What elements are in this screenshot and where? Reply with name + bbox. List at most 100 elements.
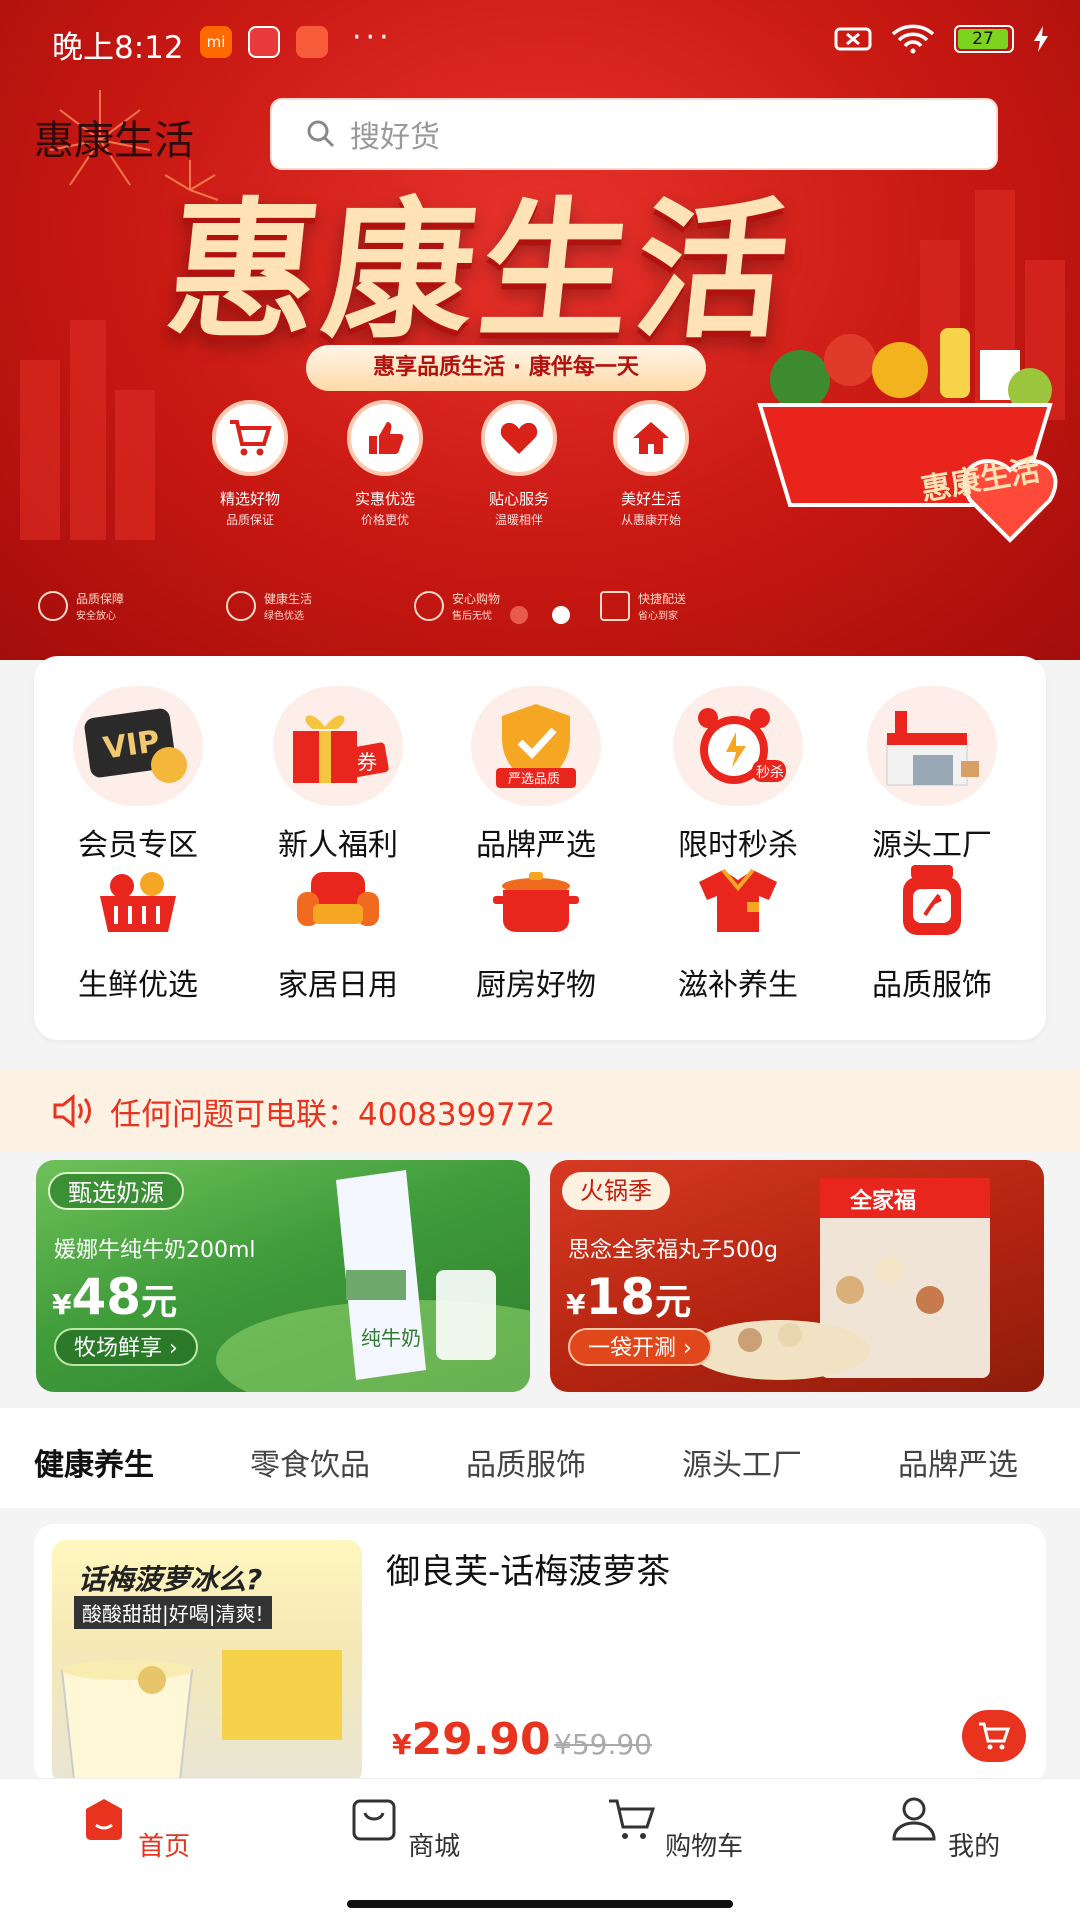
category-fresh-produce[interactable]: 生鲜优选 bbox=[48, 856, 228, 1004]
category-newcomer-benefits[interactable]: 券 新人福利 bbox=[248, 686, 428, 864]
tab-factory[interactable]: 源头工厂 bbox=[682, 1440, 802, 1484]
product-price: ¥29.90 bbox=[392, 1714, 551, 1765]
factory-icon bbox=[867, 686, 997, 806]
bottom-navigation: 首页 商城 购物车 我的 bbox=[0, 1778, 1080, 1920]
nav-cart[interactable]: 购物车 bbox=[604, 1795, 744, 1863]
category-quality-apparel[interactable]: 品质服饰 bbox=[842, 856, 1022, 1004]
currency-symbol: ¥ bbox=[566, 1288, 586, 1321]
user-icon bbox=[892, 1797, 936, 1841]
carousel-dot-1[interactable] bbox=[510, 606, 528, 624]
image-text: 酸酸甜甜|好喝|清爽! bbox=[74, 1596, 272, 1629]
badge-delivery: 快捷配送 省心到家 bbox=[600, 590, 686, 622]
shield-icon bbox=[38, 591, 68, 621]
promo-card-hotpot[interactable]: 全家福 火锅季 思念全家福丸子500g ¥18元 一袋开涮 › bbox=[550, 1160, 1044, 1392]
charging-icon bbox=[1034, 26, 1048, 52]
category-home-goods[interactable]: 家居日用 bbox=[248, 856, 428, 1004]
app-screen: 惠康生活 惠享品质生活 · 康伴每一天 精选好物 品质保证 实惠优选 价格更优 … bbox=[0, 0, 1080, 1920]
currency-symbol: ¥ bbox=[392, 1728, 412, 1761]
sofa-icon bbox=[283, 856, 393, 946]
category-label: 滋补养生 bbox=[678, 968, 798, 1003]
category-grid: VIP 会员专区 券 新人福利 严选品质 品牌严选 秒杀 限时秒杀 源头工厂 生… bbox=[34, 656, 1046, 1040]
price-value: 18 bbox=[585, 1268, 656, 1326]
product-name: 御良芙-话梅菠萝茶 bbox=[386, 1552, 671, 1592]
nav-home[interactable]: 首页 bbox=[64, 1795, 204, 1863]
heart-icon bbox=[481, 400, 557, 476]
category-source-factory[interactable]: 源头工厂 bbox=[842, 686, 1022, 864]
promo-button[interactable]: 一袋开涮 › bbox=[568, 1328, 712, 1366]
banner-title: 惠康生活 bbox=[159, 183, 802, 359]
category-label: 品质服饰 bbox=[872, 968, 992, 1003]
feature-title: 美好生活 bbox=[620, 490, 681, 508]
product-image[interactable]: 话梅菠萝冰么? 酸酸甜甜|好喝|清爽! bbox=[52, 1540, 362, 1784]
category-tabs: 健康养生 零食饮品 品质服饰 源头工厂 品牌严选 bbox=[0, 1408, 1080, 1508]
feature-title: 精选好物 bbox=[219, 490, 280, 508]
feature-subtitle: 价格更优 bbox=[360, 513, 409, 527]
nav-mall[interactable]: 商城 bbox=[334, 1795, 474, 1863]
hotpot-pack-label: 全家福 bbox=[849, 1188, 916, 1214]
category-wellness[interactable]: 滋补养生 bbox=[648, 856, 828, 1004]
nav-label: 首页 bbox=[138, 1832, 191, 1862]
category-brand-select[interactable]: 严选品质 品牌严选 bbox=[446, 686, 626, 864]
notification-app-icon bbox=[296, 26, 328, 58]
feature-value-pick: 实惠优选 价格更优 bbox=[330, 400, 440, 528]
smile-icon bbox=[414, 591, 444, 621]
cart-icon bbox=[979, 1722, 1011, 1750]
product-card[interactable]: 话梅菠萝冰么? 酸酸甜甜|好喝|清爽! 御良芙-话梅菠萝茶 ¥29.90 ¥59… bbox=[34, 1524, 1046, 1784]
nav-profile[interactable]: 我的 bbox=[874, 1795, 1014, 1863]
price-unit: 元 bbox=[655, 1282, 692, 1323]
badge-subtitle: 安全放心 bbox=[76, 611, 116, 622]
battery-level: 27 bbox=[958, 29, 1008, 49]
category-label: 厨房好物 bbox=[476, 968, 596, 1003]
nav-label: 购物车 bbox=[665, 1832, 744, 1862]
thumbs-up-icon bbox=[347, 400, 423, 476]
home-indicator[interactable] bbox=[347, 1900, 733, 1908]
category-member-zone[interactable]: VIP 会员专区 bbox=[48, 686, 228, 864]
category-flash-sale[interactable]: 秒杀 限时秒杀 bbox=[648, 686, 828, 864]
notice-bar[interactable]: 任何问题可电联：4008399772 bbox=[0, 1070, 1080, 1152]
category-kitchen[interactable]: 厨房好物 bbox=[446, 856, 626, 1004]
add-to-cart-button[interactable] bbox=[962, 1710, 1026, 1762]
leaf-icon bbox=[226, 591, 256, 621]
notification-app-icon bbox=[248, 26, 280, 58]
feature-subtitle: 品质保证 bbox=[225, 513, 274, 527]
cart-icon bbox=[608, 1799, 655, 1839]
feature-service: 贴心服务 温暖相伴 bbox=[464, 400, 574, 528]
drink-cup-illustration bbox=[60, 1650, 342, 1781]
wifi-icon bbox=[891, 24, 935, 54]
brand-logo: 惠康生活 bbox=[34, 118, 194, 164]
badge-title: 健康生活 bbox=[264, 592, 313, 606]
brand-select-text: 严选品质 bbox=[508, 772, 560, 787]
no-sim-icon bbox=[834, 27, 872, 51]
more-notifications-icon: ··· bbox=[352, 20, 393, 55]
coupon-text: 券 bbox=[357, 750, 377, 774]
pot-icon bbox=[481, 856, 591, 946]
status-bar: 晚上8:12 mi ··· 27 bbox=[0, 0, 1080, 84]
fruit-basket-icon bbox=[83, 856, 193, 946]
home-icon bbox=[85, 1799, 122, 1840]
shield-check-icon: 严选品质 bbox=[471, 686, 601, 806]
status-time: 晚上8:12 bbox=[52, 30, 184, 66]
tab-apparel[interactable]: 品质服饰 bbox=[466, 1440, 586, 1484]
feature-subtitle: 温暖相伴 bbox=[494, 513, 543, 527]
nav-label: 商城 bbox=[408, 1832, 461, 1862]
shopping-cart-icon bbox=[212, 400, 288, 476]
search-input[interactable]: 搜好货 bbox=[270, 98, 998, 170]
shopping-bag-icon bbox=[352, 1799, 396, 1841]
badge-title: 安心购物 bbox=[452, 592, 501, 606]
feature-good-life: 美好生活 从惠康开始 bbox=[596, 400, 706, 528]
carousel-dot-2-active[interactable] bbox=[552, 606, 570, 624]
seckill-text: 秒杀 bbox=[756, 765, 784, 781]
banner-slogan: 惠享品质生活 · 康伴每一天 bbox=[306, 345, 706, 391]
house-icon bbox=[613, 400, 689, 476]
badge-safe-shopping: 安心购物 售后无忧 bbox=[414, 590, 500, 622]
promo-card-milk[interactable]: 纯牛奶 甄选奶源 媛娜牛纯牛奶200ml ¥48元 牧场鲜享 › bbox=[36, 1160, 530, 1392]
alarm-clock-icon: 秒杀 bbox=[673, 686, 803, 806]
notice-text: 任何问题可电联：4008399772 bbox=[110, 1096, 556, 1133]
grocery-basket-illustration bbox=[757, 328, 1058, 543]
promo-description: 思念全家福丸子500g bbox=[568, 1238, 778, 1263]
tab-snacks-drinks[interactable]: 零食饮品 bbox=[250, 1440, 370, 1484]
promo-button[interactable]: 牧场鲜享 › bbox=[54, 1328, 198, 1366]
tab-health[interactable]: 健康养生 bbox=[34, 1440, 154, 1484]
shirt-icon bbox=[683, 856, 793, 946]
tab-brand-select[interactable]: 品牌严选 bbox=[898, 1440, 1018, 1484]
